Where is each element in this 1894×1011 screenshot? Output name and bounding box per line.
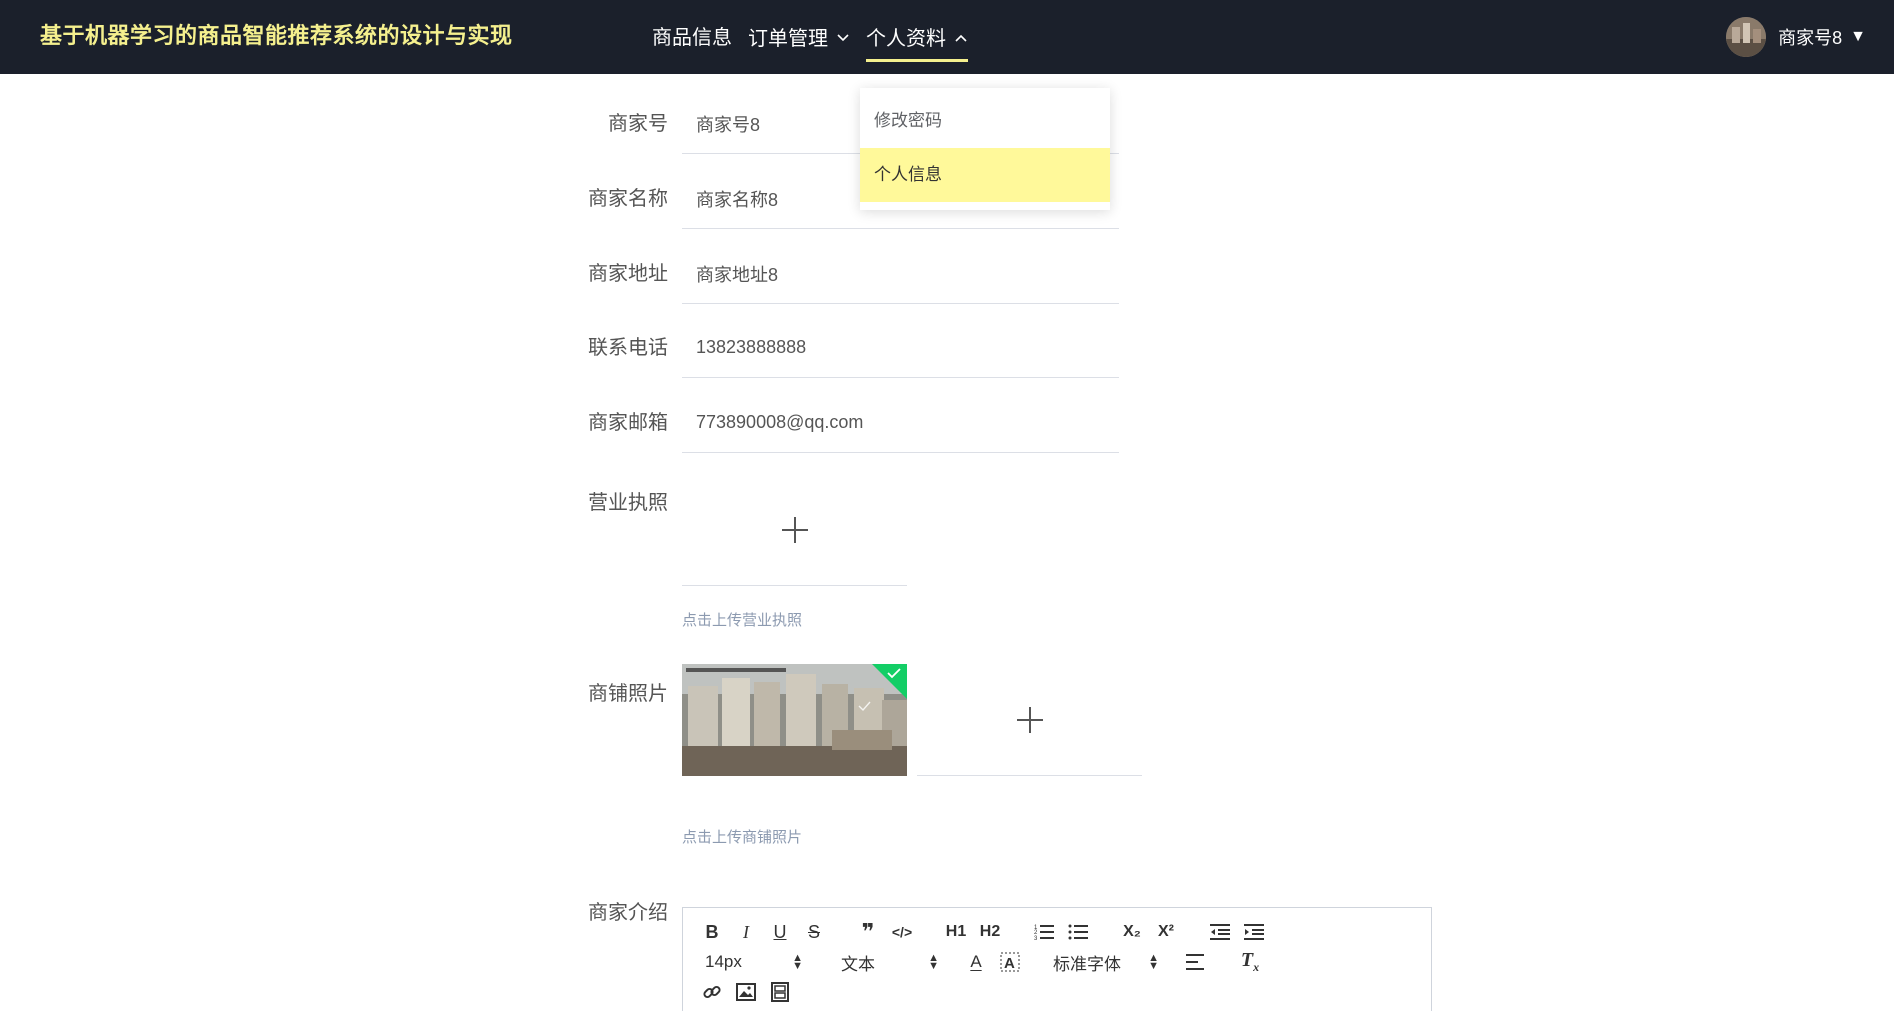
bullet-list-icon[interactable] xyxy=(1061,918,1095,946)
license-label: 营业执照 xyxy=(588,492,668,514)
field-label: 商家号 xyxy=(608,113,668,135)
text-color-icon[interactable]: A xyxy=(959,948,993,976)
merchant-address-input[interactable] xyxy=(682,244,1119,304)
link-icon[interactable] xyxy=(695,978,729,1006)
chevron-up-icon xyxy=(954,0,968,76)
image-icon[interactable] xyxy=(729,978,763,1006)
outdent-icon[interactable] xyxy=(1203,918,1237,946)
shop-photo-upload[interactable] xyxy=(917,664,1142,776)
editor-toolbar-row xyxy=(695,978,797,1006)
font-family-select[interactable]: 标准字体 ▲ ▼ xyxy=(1043,948,1163,976)
align-icon[interactable] xyxy=(1179,948,1213,976)
subscript-button[interactable]: X₂ xyxy=(1115,918,1149,946)
email-input[interactable] xyxy=(682,393,1119,453)
phone-input[interactable] xyxy=(682,318,1119,378)
font-size-select[interactable]: 14px ▲ ▼ xyxy=(695,948,807,976)
field-label: 商家地址 xyxy=(588,263,668,285)
blockquote-button[interactable]: ❞ xyxy=(851,918,885,946)
bold-button[interactable]: B xyxy=(695,918,729,946)
plus-icon xyxy=(1016,706,1043,733)
profile-dropdown: 修改密码 个人信息 xyxy=(860,88,1110,210)
caret-down-icon: ▼ xyxy=(1850,28,1866,45)
menu-item-change-password[interactable]: 修改密码 xyxy=(860,94,1110,148)
video-icon[interactable] xyxy=(763,978,797,1006)
editor-toolbar-row: 14px ▲ ▼ 文本 ▲ ▼ A A 标准字体 ▲ ▼ Tx xyxy=(695,948,1267,976)
italic-button[interactable]: I xyxy=(729,918,763,946)
field-label: 商家名称 xyxy=(588,188,668,210)
indent-icon[interactable] xyxy=(1237,918,1271,946)
nav-item-products[interactable]: 商品信息 xyxy=(652,0,732,74)
ordered-list-icon[interactable]: 123 xyxy=(1027,918,1061,946)
shop-photo-label: 商铺照片 xyxy=(588,683,668,705)
background-color-icon[interactable]: A xyxy=(993,948,1027,976)
avatar xyxy=(1726,17,1767,57)
shop-photo-upload-hint[interactable]: 点击上传商铺照片 xyxy=(682,826,802,847)
code-block-button[interactable]: </> xyxy=(885,918,919,946)
field-label: 商家邮箱 xyxy=(588,412,668,434)
plus-icon xyxy=(781,516,808,543)
nav-item-label: 个人资料 xyxy=(866,28,946,50)
site-title: 基于机器学习的商品智能推荐系统的设计与实现 xyxy=(40,23,513,48)
svg-text:A: A xyxy=(1004,955,1015,972)
main-nav: 商品信息 订单管理 个人资料 xyxy=(652,0,984,74)
user-name: 商家号8 xyxy=(1778,28,1843,48)
nav-item-profile[interactable]: 个人资料 xyxy=(866,0,968,74)
svg-text:3: 3 xyxy=(1034,936,1038,941)
form-row-phone: 联系电话 xyxy=(560,318,1120,378)
heading-2-button[interactable]: H2 xyxy=(973,918,1007,946)
select-arrows-icon: ▲ ▼ xyxy=(792,952,803,972)
select-arrows-icon: ▲ ▼ xyxy=(1148,952,1159,972)
user-menu[interactable]: 商家号8 ▼ xyxy=(1726,0,1866,74)
nav-item-orders[interactable]: 订单管理 xyxy=(748,0,850,74)
block-format-select[interactable]: 文本 ▲ ▼ xyxy=(831,948,943,976)
shop-photo-thumbnail[interactable] xyxy=(682,664,907,776)
chevron-down-icon xyxy=(836,0,850,76)
strikethrough-button[interactable]: S xyxy=(797,918,831,946)
select-arrows-icon: ▲ ▼ xyxy=(928,952,939,972)
editor-toolbar-row: B I U S ❞ </> H1 H2 123 X₂ X² xyxy=(695,918,1271,946)
form-row-merchant-address: 商家地址 xyxy=(560,244,1120,304)
form-row-email: 商家邮箱 xyxy=(560,393,1120,453)
intro-label: 商家介绍 xyxy=(588,902,668,924)
nav-item-label: 订单管理 xyxy=(748,28,828,50)
heading-1-button[interactable]: H1 xyxy=(939,918,973,946)
field-label: 联系电话 xyxy=(588,337,668,359)
menu-item-personal-info[interactable]: 个人信息 xyxy=(860,148,1110,202)
clear-format-icon[interactable]: Tx xyxy=(1233,948,1267,976)
license-upload-hint[interactable]: 点击上传营业执照 xyxy=(682,609,802,630)
underline-button[interactable]: U xyxy=(763,918,797,946)
rich-text-editor: B I U S ❞ </> H1 H2 123 X₂ X² 14px ▲ ▼ 文… xyxy=(682,907,1432,1011)
nav-item-label: 商品信息 xyxy=(652,27,732,49)
superscript-button[interactable]: X² xyxy=(1149,918,1183,946)
license-upload[interactable] xyxy=(682,474,907,586)
top-header: 基于机器学习的商品智能推荐系统的设计与实现 商品信息 订单管理 个人资料 商家号… xyxy=(0,0,1894,74)
